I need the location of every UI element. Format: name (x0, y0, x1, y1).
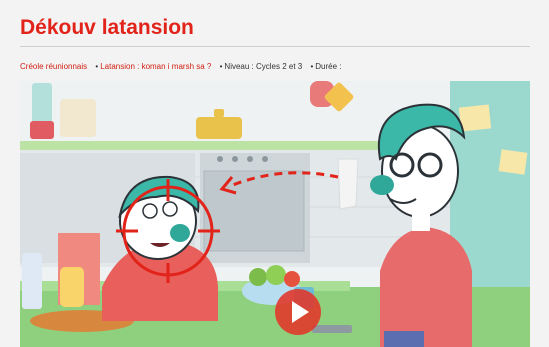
video-player[interactable] (20, 81, 530, 347)
title-divider (20, 46, 530, 47)
bullet-1: • (95, 62, 99, 71)
page: Dékouv latansion Créole réunionnais • Lat… (0, 0, 549, 347)
meta-line: Créole réunionnais • Latansion : koman i … (20, 62, 342, 71)
bullet-2: • (219, 62, 223, 71)
play-icon (292, 301, 309, 323)
page-title: Dékouv latansion (20, 16, 194, 39)
duration-text: Durée : (315, 62, 342, 71)
level-text: Niveau : Cycles 2 et 3 (224, 62, 303, 71)
play-button[interactable] (275, 289, 321, 335)
language-link[interactable]: Créole réunionnais (20, 62, 87, 71)
episode-link[interactable]: Latansion : koman i marsh sa ? (100, 62, 211, 71)
bullet-3: • (310, 62, 314, 71)
